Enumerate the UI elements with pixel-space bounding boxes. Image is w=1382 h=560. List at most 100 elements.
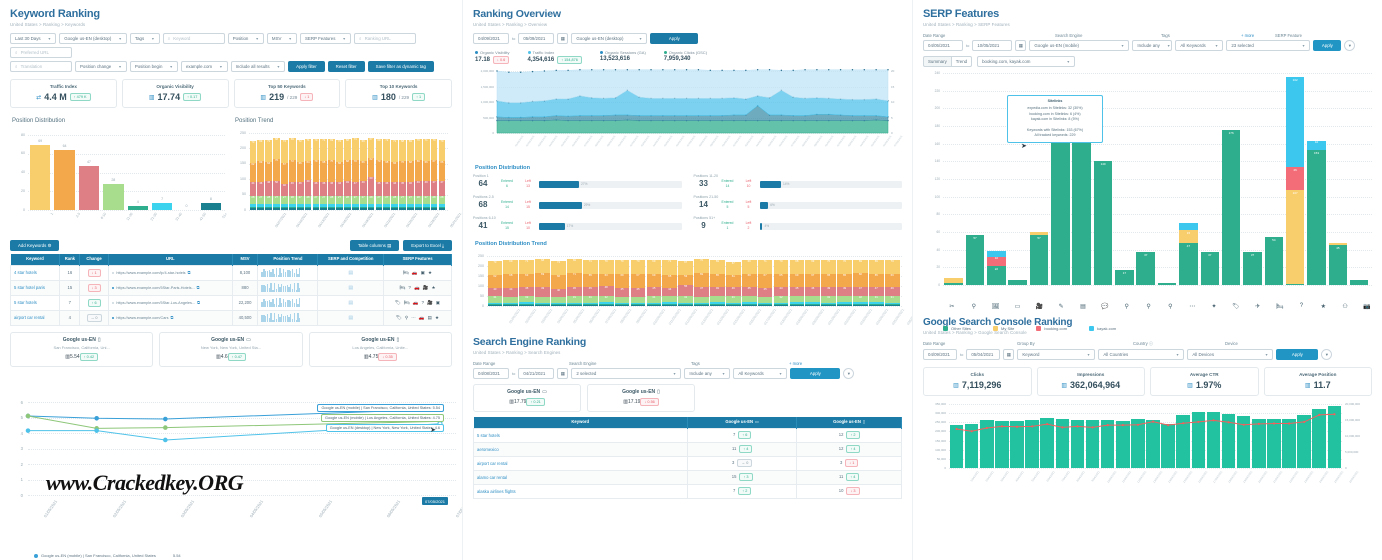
search-engine-select[interactable]: Google us-EN (mobile) ▼ — [1029, 40, 1130, 51]
device-select[interactable]: All Devices ▼ — [1187, 349, 1274, 360]
filter-domain[interactable]: example.com ▼ — [180, 61, 228, 72]
date-from-input[interactable]: 04/08/2021 — [473, 368, 509, 379]
serp-feature-select[interactable]: 23 selected ▼ — [1226, 40, 1311, 51]
filter-serp-features[interactable]: SERP Features ▼ — [299, 33, 351, 44]
filter-tags[interactable]: Tags ▼ — [129, 33, 160, 44]
expand-filters-button[interactable]: ▼ — [1321, 349, 1333, 360]
tags-select[interactable]: Include any ▼ — [684, 368, 731, 379]
date-to-input[interactable]: 04/21/2021 — [518, 368, 555, 379]
legend-item[interactable]: kayak.com — [1089, 326, 1116, 331]
table-columns-button[interactable]: Table columns ▤ — [349, 240, 400, 251]
serp-feature-bar[interactable]: 37 — [1136, 252, 1156, 285]
url-cell[interactable]: https://www.example.com/lp/4-star-hotels… — [107, 264, 233, 281]
serp-feature-bar[interactable] — [1349, 279, 1369, 285]
column-header[interactable]: Keyword — [10, 254, 61, 266]
export-excel-button[interactable]: Export to Excel ⤓ — [403, 240, 452, 251]
reset-filter-button[interactable]: Reset filter — [327, 61, 365, 72]
expand-filters-button[interactable]: ▼ — [843, 368, 855, 379]
location-card[interactable]: Google us-EN ▭ New York, New York, United … — [159, 331, 303, 367]
date-from-input[interactable]: 04/09/2021 — [473, 33, 509, 44]
search-engine-card[interactable]: Google us-EN ▯ ▥17.19 ↓ 0.56 — [587, 384, 695, 412]
column-header[interactable]: Position Trend — [257, 254, 319, 266]
keywords-select[interactable]: All Keywords ▼ — [733, 368, 788, 379]
apply-button[interactable]: Apply — [1313, 40, 1342, 51]
url-cell[interactable]: https://www.example.com/Cars ⧉ — [107, 309, 233, 326]
calendar-icon[interactable]: ▦ — [1003, 349, 1015, 360]
column-header[interactable]: URL — [108, 254, 233, 266]
more-link[interactable]: + more — [1241, 33, 1271, 38]
apply-button[interactable]: Apply — [650, 33, 699, 44]
serp-feature-bar[interactable]: 37 — [1243, 252, 1262, 285]
column-header[interactable]: Change — [79, 254, 109, 266]
external-link-icon[interactable]: ⧉ — [170, 315, 173, 320]
tab-trend[interactable]: Trend — [951, 56, 973, 67]
search-engine-select[interactable]: 2 selected ▼ — [571, 368, 682, 379]
keyword-cell[interactable]: aeromexico — [473, 441, 688, 457]
column-header[interactable]: Rank — [59, 254, 81, 266]
table-row[interactable]: airport car rental 3 → 0 3 ↓ 1 — [473, 455, 902, 471]
serp-feature-bar[interactable]: 153 10 — [1307, 141, 1326, 285]
info-icon[interactable]: ⓘ — [1149, 341, 1153, 346]
add-keywords-button[interactable]: Add Keywords ⚙ — [10, 240, 60, 251]
table-row[interactable]: 5 star hotels 7 ↑ 6 https://www.example.com… — [9, 294, 452, 311]
table-row[interactable]: alamo car rental 15 ↑ 3 11 ↑ 4 — [473, 469, 902, 485]
serp-feature-bar[interactable]: 176 — [1221, 129, 1241, 285]
keyword-cell[interactable]: 5 star hotels — [473, 427, 688, 443]
filter-ranking-url-input[interactable]: ⌕ Ranking URL — [353, 33, 416, 44]
column-header[interactable]: Keyword — [473, 417, 688, 429]
serp-feature-bar[interactable]: 17 — [1115, 269, 1134, 285]
search-engine-card[interactable]: Google us-EN ▭ ▥17.79 ↑ 0.21 — [473, 384, 581, 412]
serp-feature-bar[interactable]: 54 — [1264, 237, 1284, 285]
filter-include-results[interactable]: Include all results ▼ — [230, 61, 286, 72]
serp-feature-bar[interactable]: 57 — [1029, 232, 1049, 285]
keyword-cell[interactable]: airport car rental — [473, 455, 688, 471]
calendar-icon[interactable]: ▦ — [557, 33, 569, 44]
filter-search-engine[interactable]: Google us-EN (desktop) ▼ — [59, 33, 127, 44]
group-by-select[interactable]: Keyword ▼ — [1017, 349, 1096, 360]
column-header[interactable]: SERP Features — [383, 254, 452, 266]
date-from-input[interactable]: 04/09/2021 — [923, 349, 957, 360]
tags-select[interactable]: Include any ▼ — [1132, 40, 1173, 51]
table-row[interactable]: 5 star hotels 7 ↑ 6 12 ↑ 2 — [473, 427, 902, 443]
column-header[interactable]: SERP and Competition — [317, 254, 385, 266]
table-row[interactable]: 4 star hotels 16 ↓ 1 https://www.example.co… — [9, 264, 452, 281]
date-to-input[interactable]: 10/05/2021 — [972, 40, 1013, 51]
filter-translation-input[interactable]: ⌕ Translation — [10, 61, 72, 72]
legend-item[interactable]: Other Sites — [943, 326, 971, 331]
filter-position-change[interactable]: Position change ▼ — [75, 61, 127, 72]
serp-feature-bar[interactable] — [944, 277, 963, 285]
date-from-input[interactable]: 04/05/2021 — [923, 40, 963, 51]
tab-summary[interactable]: Summary — [923, 56, 952, 67]
keywords-select[interactable]: All Keywords ▼ — [1175, 40, 1224, 51]
calendar-icon[interactable]: ▦ — [1015, 40, 1027, 51]
keyword-cell[interactable]: airport car rental — [9, 309, 61, 326]
filter-preferred-url-input[interactable]: ⌕ Preferred URL — [10, 47, 72, 58]
table-row[interactable]: alaska airlines flights 7 ↑ 2 10 ↓ 3 — [473, 483, 902, 499]
filter-date-range[interactable]: Last 30 Days ▼ — [10, 33, 57, 44]
column-header[interactable]: MSV — [232, 254, 259, 266]
location-card[interactable]: Google us-EN ▯ Los Angeles, California, Un… — [308, 331, 452, 367]
competitors-select[interactable]: booking.com, kayak.com ▼ — [977, 56, 1076, 67]
date-to-input[interactable]: 05/04/2021 — [966, 349, 1001, 360]
serp-feature-bar[interactable]: 45 — [1328, 243, 1348, 285]
serp-feature-bar[interactable]: 22 10 — [987, 251, 1006, 285]
serp-feature-bar[interactable]: 57 — [965, 234, 985, 285]
keyword-cell[interactable]: 5 star hotel paris — [9, 279, 61, 296]
external-link-icon[interactable]: ⧉ — [188, 270, 191, 275]
expand-filters-button[interactable]: ▼ — [1344, 40, 1356, 51]
filter-position-begin[interactable]: Position begin ▼ — [129, 61, 178, 72]
filter-msv[interactable]: MSV ▼ — [266, 33, 297, 44]
country-select[interactable]: All Countries ▼ — [1098, 349, 1185, 360]
serp-feature-bar[interactable]: 107 26 102 — [1285, 76, 1305, 285]
location-card[interactable]: Google us-EN ▯ San Francisco, California, … — [10, 331, 154, 367]
keyword-cell[interactable]: alaska airlines flights — [473, 483, 688, 499]
filter-keyword-input[interactable]: ⌕ Keyword — [162, 33, 225, 44]
calendar-icon[interactable]: ▦ — [557, 368, 569, 379]
table-row[interactable]: 5 star hotel paris 15 ↓ 3 https://www.examp… — [9, 279, 452, 296]
url-cell[interactable]: https://www.example.com/5Star-Los-Angele… — [107, 294, 233, 311]
keyword-cell[interactable]: alamo car rental — [473, 469, 688, 485]
table-row[interactable]: airport car rental 4 → 0 https://www.exampl… — [9, 309, 452, 326]
url-cell[interactable]: https://www.example.com/5Star-Paris-Hote… — [107, 279, 233, 296]
external-link-icon[interactable]: ⧉ — [197, 300, 200, 305]
more-link[interactable]: + more — [789, 361, 802, 366]
